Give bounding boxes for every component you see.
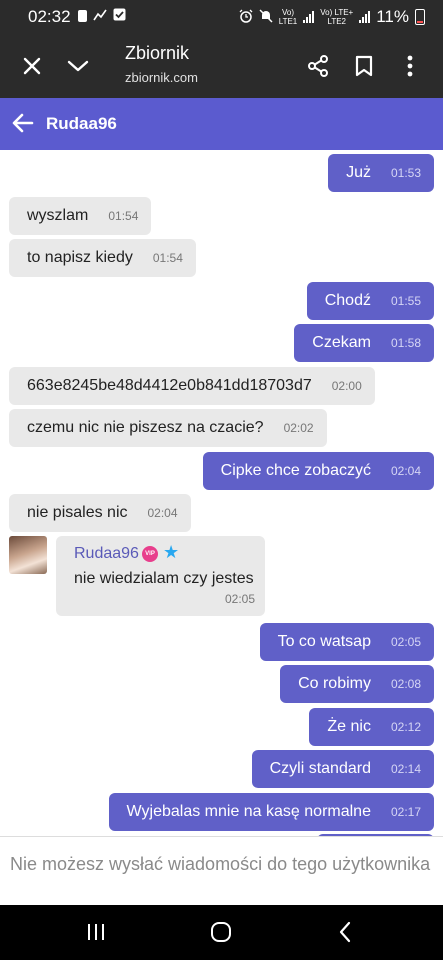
message-time: 02:00 xyxy=(331,379,362,393)
message-time: 02:04 xyxy=(390,464,421,478)
message-incoming: to napisz kiedy 01:54 xyxy=(9,239,196,277)
profile-message-card: Rudaa96 VIP ★ nie wiedzialam czy jestes … xyxy=(56,536,265,616)
message-text: to napisz kiedy xyxy=(27,249,133,266)
check-box-icon xyxy=(113,8,126,24)
message-time: 02:02 xyxy=(283,421,314,435)
message-outgoing: Czyli standard 02:14 xyxy=(251,750,434,788)
message-outgoing: Już 01:53 xyxy=(328,154,434,192)
home-icon[interactable] xyxy=(201,917,241,947)
message-time: 01:55 xyxy=(390,294,421,308)
sim-alert-icon xyxy=(78,10,87,22)
recent-apps-icon[interactable] xyxy=(76,917,116,947)
status-time: 02:32 xyxy=(28,7,71,26)
cannot-send-notice: Nie możesz wysłać wiadomości do tego uży… xyxy=(0,836,443,905)
message-time: 01:54 xyxy=(152,251,183,265)
message-text: Wyjebalas mnie na kasę normalne xyxy=(126,803,371,820)
message-text: Cipke chce zobaczyć xyxy=(220,462,371,479)
message-time: 02:08 xyxy=(390,677,421,691)
network-2-top: Vo) LTE+ xyxy=(320,8,354,17)
network-1: Vo) LTE1 xyxy=(279,8,298,26)
message-text: Chodź xyxy=(324,292,371,309)
message-time: 01:54 xyxy=(108,209,139,223)
alarm-icon xyxy=(239,9,253,26)
status-left-icons xyxy=(78,8,126,24)
message-outgoing: To co watsap 02:05 xyxy=(259,623,434,661)
message-text: Co robimy xyxy=(298,675,371,692)
message-time: 02:14 xyxy=(390,762,421,776)
message-outgoing: Cipke chce zobaczyć 02:04 xyxy=(202,452,434,490)
message-incoming: czemu nic nie piszesz na czacie? 02:02 xyxy=(9,409,327,447)
bookmark-icon[interactable] xyxy=(348,50,380,82)
network-1-bottom: LTE1 xyxy=(278,17,298,26)
status-bar: 02:32 Vo) LTE1 Vo) LTE+ LTE2 11% xyxy=(0,0,443,34)
message-time: 02:12 xyxy=(390,720,421,734)
message-time: 02:05 xyxy=(390,635,421,649)
battery-icon xyxy=(415,9,425,25)
message-text: To co watsap xyxy=(277,633,371,650)
back-arrow-icon[interactable] xyxy=(10,110,36,136)
message-text: Że nic xyxy=(327,718,371,735)
star-icon: ★ xyxy=(163,542,180,562)
message-time: 01:58 xyxy=(390,336,421,350)
message-text: 663e8245be48d4412e0b841dd18703d7 xyxy=(27,377,312,394)
vip-badge-icon: VIP xyxy=(142,546,158,562)
signal-slash-icon xyxy=(93,9,107,24)
message-outgoing: Co robimy 02:08 xyxy=(280,665,434,703)
message-text: czemu nic nie piszesz na czacie? xyxy=(27,419,264,436)
browser-toolbar: Zbiornik zbiornik.com xyxy=(0,34,443,98)
network-2-bottom: LTE2 xyxy=(327,17,346,26)
mute-icon xyxy=(259,8,273,26)
system-nav-bar xyxy=(0,905,443,960)
message-time: 01:53 xyxy=(390,166,421,180)
message-time: 02:17 xyxy=(390,805,421,819)
message-outgoing: Chodź 01:55 xyxy=(306,282,434,320)
share-icon[interactable] xyxy=(302,50,334,82)
message-text: nie wiedzialam czy jestes xyxy=(74,570,254,587)
back-icon[interactable] xyxy=(325,917,365,947)
message-text: wyszlam xyxy=(27,207,89,224)
network-1-top: Vo) xyxy=(281,8,294,17)
message-incoming: nie pisales nic 02:04 xyxy=(9,494,191,532)
network-2: Vo) LTE+ LTE2 xyxy=(320,8,353,26)
more-vert-icon[interactable] xyxy=(394,50,426,82)
message-text: Czekam xyxy=(312,334,371,351)
message-text: Już xyxy=(346,164,371,181)
signal-bars-icon xyxy=(359,11,371,23)
message-text: Czyli standard xyxy=(269,760,371,777)
message-outgoing: Że nic 02:12 xyxy=(309,708,434,746)
browser-url[interactable]: zbiornik.com xyxy=(125,70,198,85)
signal-bars-icon xyxy=(303,11,315,23)
battery-percent: 11% xyxy=(376,7,409,26)
chat-username[interactable]: Rudaa96 xyxy=(46,114,117,134)
message-time: 02:05 xyxy=(224,592,255,606)
message-list[interactable]: Już 01:53 wyszlam 01:54 to napisz kiedy … xyxy=(0,150,443,836)
status-right: Vo) LTE1 Vo) LTE+ LTE2 11% xyxy=(239,7,425,27)
message-text: nie pisales nic xyxy=(27,504,128,521)
message-time: 02:04 xyxy=(147,506,178,520)
message-outgoing: Wyjebalas mnie na kasę normalne 02:17 xyxy=(108,793,434,831)
message-outgoing: Czekam 01:58 xyxy=(294,324,434,362)
avatar[interactable] xyxy=(9,536,47,574)
browser-title: Zbiornik xyxy=(125,43,190,63)
close-icon[interactable] xyxy=(16,50,48,82)
chevron-down-icon[interactable] xyxy=(62,50,94,82)
message-incoming: wyszlam 01:54 xyxy=(9,197,152,235)
message-incoming: 663e8245be48d4412e0b841dd18703d7 02:00 xyxy=(9,367,375,405)
chat-header: Rudaa96 xyxy=(0,98,443,150)
sender-name[interactable]: Rudaa96 xyxy=(74,545,139,563)
